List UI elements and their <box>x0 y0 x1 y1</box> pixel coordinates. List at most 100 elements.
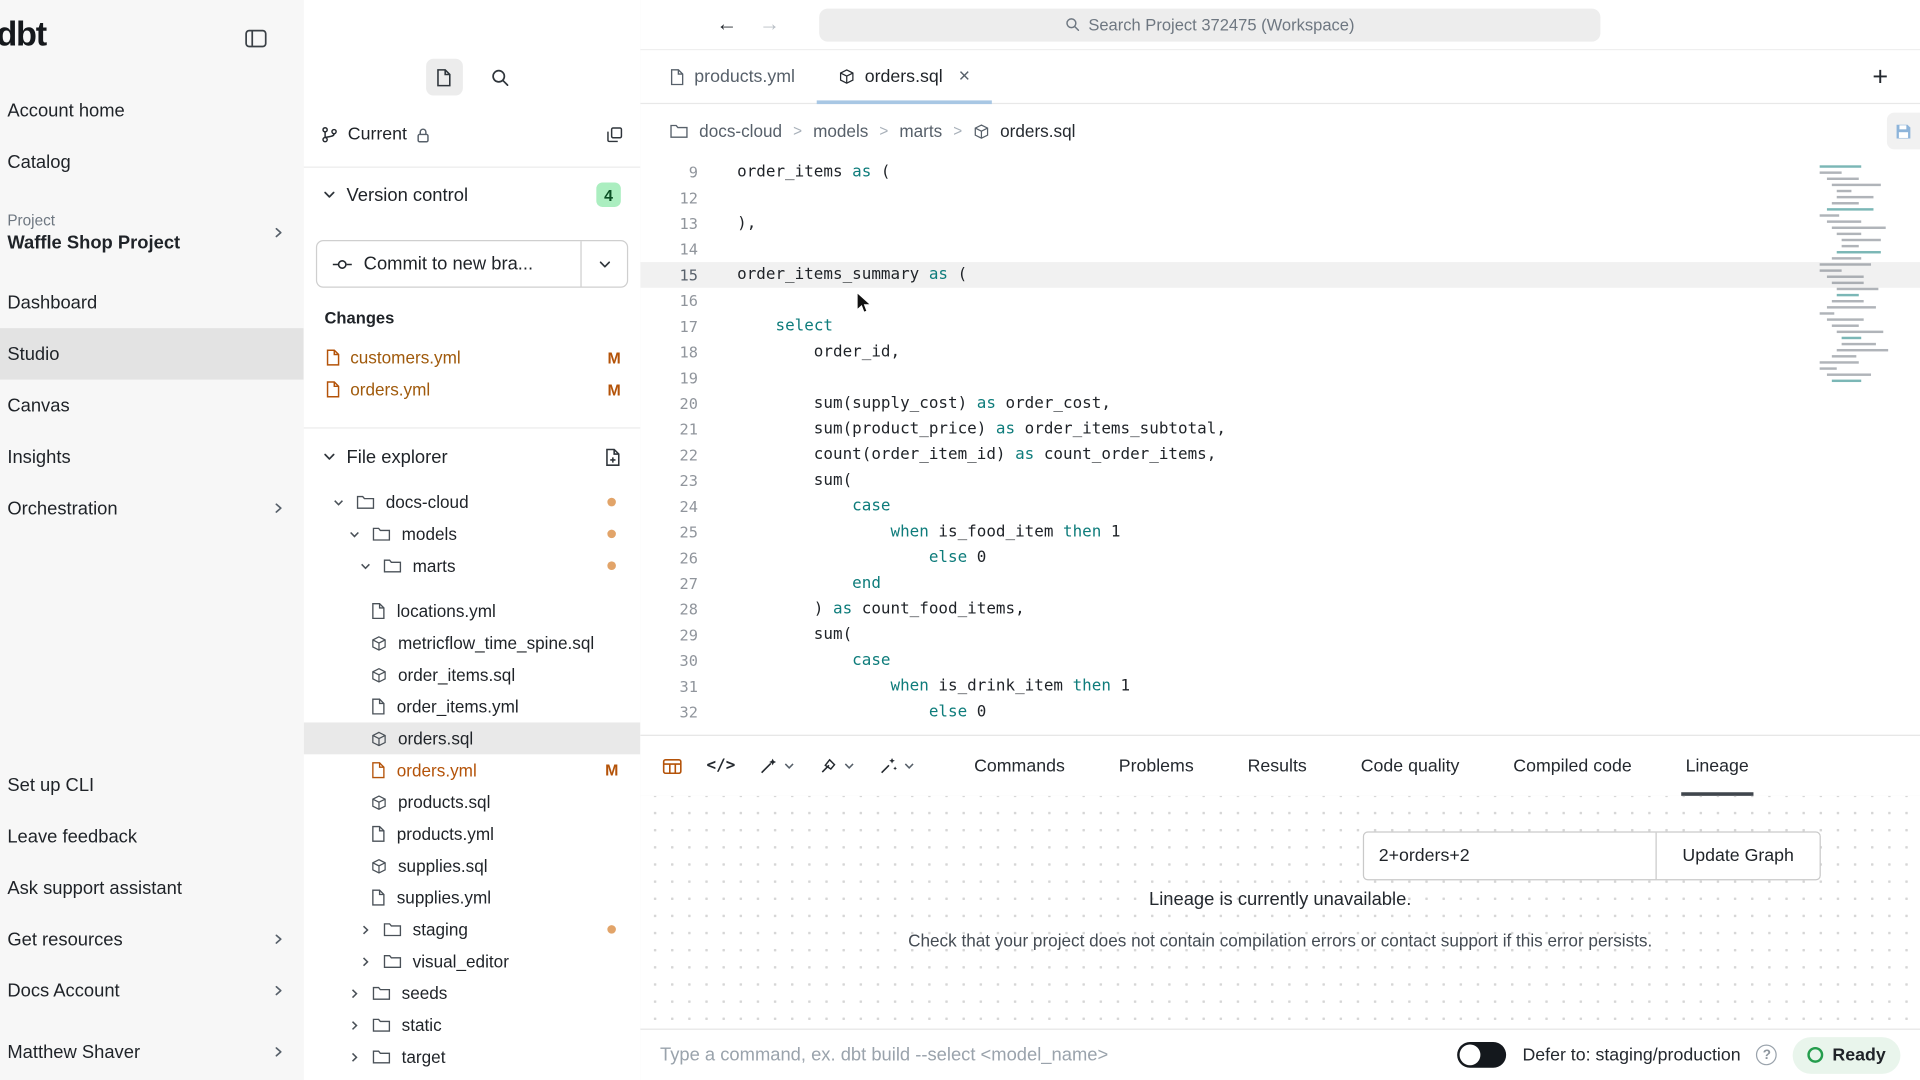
commit-button[interactable]: Commit to new bra... <box>317 241 580 286</box>
code-line[interactable]: 28 ) as count_food_items, <box>640 596 1920 622</box>
code-line[interactable]: 13), <box>640 211 1920 237</box>
ready-status-badge[interactable]: Ready <box>1793 1037 1900 1074</box>
preview-table-icon[interactable] <box>662 757 682 774</box>
tree-file-products-yml[interactable]: products.yml <box>304 818 641 850</box>
tree-file-products-sql[interactable]: products.sql <box>304 786 641 818</box>
code-line[interactable]: 18 order_id, <box>640 339 1920 365</box>
code-line[interactable]: 21 sum(product_price) as order_items_sub… <box>640 416 1920 442</box>
sidebar-item-get-resources[interactable]: Get resources <box>0 913 304 964</box>
sidebar-item-studio[interactable]: Studio <box>0 328 304 379</box>
version-control-header[interactable]: Version control 4 <box>304 178 641 212</box>
tree-folder-target[interactable]: target <box>304 1041 641 1073</box>
sidebar-item-insights[interactable]: Insights <box>0 431 304 482</box>
code-line[interactable]: 27 end <box>640 571 1920 597</box>
file-explorer-title: File explorer <box>347 446 448 467</box>
autofix-action-group[interactable] <box>880 757 916 775</box>
code-line[interactable]: 12 <box>640 185 1920 211</box>
copy-icon[interactable] <box>606 126 623 143</box>
sidebar-collapse-icon[interactable] <box>245 29 267 47</box>
code-line[interactable]: 25 when is_food_item then 1 <box>640 519 1920 545</box>
lineage-selector-input[interactable]: 2+orders+2 <box>1364 833 1657 880</box>
tab-orders-sql[interactable]: orders.sql × <box>817 50 992 103</box>
tree-file-order-items-sql[interactable]: order_items.sql <box>304 659 641 691</box>
commit-options-caret[interactable] <box>580 241 627 286</box>
command-input[interactable]: Type a command, ex. dbt build --select <… <box>660 1044 1108 1065</box>
code-line[interactable]: 26 else 0 <box>640 545 1920 571</box>
tree-file-order-items-yml[interactable]: order_items.yml <box>304 691 641 723</box>
code-line[interactable]: 22 count(order_item_id) as count_order_i… <box>640 442 1920 468</box>
tab-products-yml[interactable]: products.yml <box>648 50 817 103</box>
breadcrumb-item[interactable]: marts <box>899 121 942 141</box>
breadcrumb: docs-cloud > models > marts > orders.sql <box>640 103 1920 159</box>
sidebar-item-user-menu[interactable]: Matthew Shaver <box>0 1026 304 1077</box>
tree-file-locations-yml[interactable]: locations.yml <box>304 595 641 627</box>
sidebar-item-support-assistant[interactable]: Ask support assistant <box>0 862 304 913</box>
sidebar-item-setup-cli[interactable]: Set up CLI <box>0 759 304 810</box>
tree-file-locations-sql[interactable]: locations.sql <box>304 582 641 595</box>
code-line[interactable]: 17 select <box>640 313 1920 339</box>
code-line[interactable]: 29 sum( <box>640 622 1920 648</box>
code-line[interactable]: 24 case <box>640 493 1920 519</box>
workspace-search-input[interactable]: Search Project 372475 (Workspace) <box>819 8 1600 41</box>
file-view-button[interactable] <box>426 59 463 96</box>
format-action-group[interactable] <box>820 757 856 775</box>
help-icon[interactable]: ? <box>1756 1044 1777 1065</box>
update-graph-button[interactable]: Update Graph <box>1657 833 1820 880</box>
sidebar-item-account-home[interactable]: Account home <box>0 84 304 135</box>
sidebar-item-orchestration[interactable]: Orchestration <box>0 482 304 533</box>
tree-file-orders-sql[interactable]: orders.sql <box>304 722 641 754</box>
search-icon[interactable] <box>482 59 519 96</box>
tree-file-orders-yml[interactable]: orders.yml M <box>304 754 641 786</box>
tab-code-quality[interactable]: Code quality <box>1361 736 1460 796</box>
branch-selector[interactable]: Current <box>304 116 641 153</box>
new-file-icon[interactable] <box>605 448 621 466</box>
code-line[interactable]: 19 <box>640 365 1920 391</box>
save-file-button[interactable] <box>1887 113 1920 150</box>
sidebar-item-canvas[interactable]: Canvas <box>0 380 304 431</box>
tab-problems[interactable]: Problems <box>1119 736 1194 796</box>
tree-file-supplies-sql[interactable]: supplies.sql <box>304 850 641 882</box>
code-line[interactable]: 15order_items_summary as ( <box>640 262 1920 288</box>
sidebar-item-leave-feedback[interactable]: Leave feedback <box>0 811 304 862</box>
back-arrow-icon[interactable]: ← <box>716 12 737 36</box>
file-explorer-header[interactable]: File explorer <box>304 438 641 475</box>
compile-code-icon[interactable]: </> <box>707 757 736 775</box>
code-line[interactable]: 16 <box>640 288 1920 314</box>
tree-folder-docs-cloud[interactable]: docs-cloud <box>304 486 641 518</box>
changed-file-customers-yml[interactable]: customers.yml M <box>304 342 641 374</box>
tree-folder-seeds[interactable]: seeds <box>304 977 641 1009</box>
code-line[interactable]: 20 sum(supply_cost) as order_cost, <box>640 391 1920 417</box>
sidebar-item-catalog[interactable]: Catalog <box>0 136 304 187</box>
breadcrumb-item[interactable]: docs-cloud <box>699 121 782 141</box>
code-editor[interactable]: 9order_items as (1213),1415order_items_s… <box>640 159 1920 735</box>
changed-file-orders-yml[interactable]: orders.yml M <box>304 373 641 405</box>
tree-folder-marts[interactable]: marts <box>304 550 641 582</box>
new-tab-button[interactable]: + <box>1872 61 1888 93</box>
forward-arrow-icon[interactable]: → <box>759 12 780 36</box>
tab-lineage[interactable]: Lineage <box>1686 736 1749 796</box>
defer-toggle[interactable] <box>1458 1042 1507 1068</box>
build-action-group[interactable] <box>760 757 796 775</box>
tree-file-metricflow-time-spine-sql[interactable]: metricflow_time_spine.sql <box>304 627 641 659</box>
close-tab-icon[interactable]: × <box>959 66 970 88</box>
code-line[interactable]: 31 when is_drink_item then 1 <box>640 673 1920 699</box>
tab-results[interactable]: Results <box>1248 736 1307 796</box>
code-line[interactable]: 32 else 0 <box>640 699 1920 725</box>
code-line[interactable]: 23 sum( <box>640 468 1920 494</box>
code-line[interactable]: 30 case <box>640 648 1920 674</box>
sidebar-project-switcher[interactable]: Project Waffle Shop Project <box>0 187 304 276</box>
tree-folder-workflows[interactable]: workflows <box>304 1073 641 1080</box>
minimap[interactable] <box>1820 163 1893 391</box>
code-line[interactable]: 14 <box>640 236 1920 262</box>
sidebar-item-docs-account[interactable]: Docs Account <box>0 965 304 1016</box>
tree-folder-models[interactable]: models <box>304 518 641 550</box>
sidebar-item-dashboard[interactable]: Dashboard <box>0 277 304 328</box>
tab-commands[interactable]: Commands <box>974 736 1065 796</box>
code-line[interactable]: 9order_items as ( <box>640 159 1920 185</box>
breadcrumb-item[interactable]: models <box>813 121 868 141</box>
tree-file-supplies-yml[interactable]: supplies.yml <box>304 882 641 914</box>
tab-compiled-code[interactable]: Compiled code <box>1513 736 1631 796</box>
tree-folder-static[interactable]: static <box>304 1009 641 1041</box>
tree-folder-staging[interactable]: staging <box>304 913 641 945</box>
tree-folder-visual-editor[interactable]: visual_editor <box>304 945 641 977</box>
